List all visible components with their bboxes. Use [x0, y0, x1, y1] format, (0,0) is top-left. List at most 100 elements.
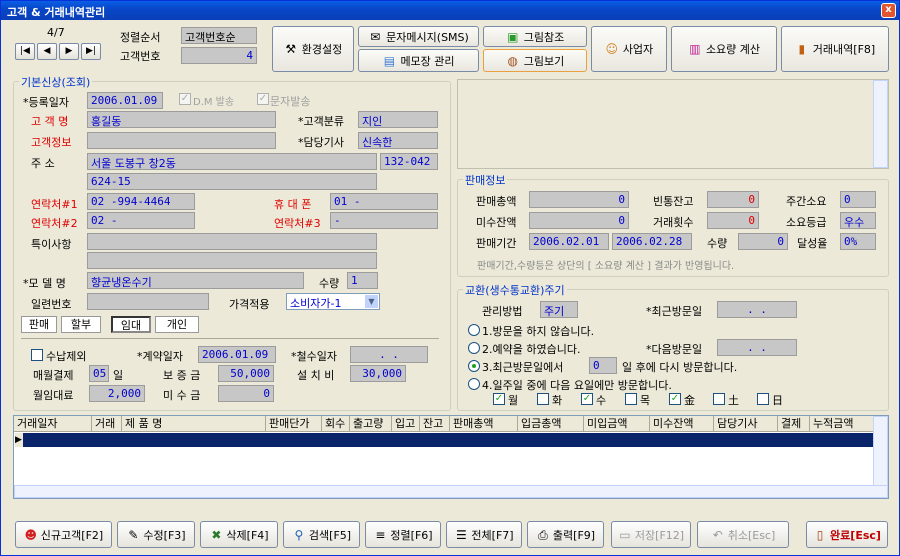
col-header-deposit-total[interactable]: 입금총액: [518, 416, 584, 432]
print-button[interactable]: ⎙ 출력[F9]: [527, 521, 604, 548]
last-record-button[interactable]: ▶|: [81, 43, 101, 60]
new-customer-button[interactable]: ☻ 신규고객[F2]: [15, 521, 112, 548]
last-visit-field[interactable]: . .: [717, 301, 797, 318]
rent-field[interactable]: 2,000: [89, 385, 145, 402]
sales-total-field[interactable]: 0: [529, 191, 629, 208]
zip-field[interactable]: 132-042: [380, 153, 438, 170]
note-field-1[interactable]: [87, 233, 377, 250]
col-header-balance[interactable]: 미수잔액: [650, 416, 714, 432]
usage-grade-field[interactable]: 우수: [840, 212, 876, 229]
tab-sale[interactable]: 판매: [21, 316, 57, 333]
next-record-button[interactable]: ▶: [59, 43, 79, 60]
delete-button[interactable]: ✖ 삭제[F4]: [200, 521, 278, 548]
unpaid-field[interactable]: 0: [218, 385, 274, 402]
mobile-field[interactable]: 01 -: [330, 193, 438, 210]
prev-record-button[interactable]: ◀: [37, 43, 57, 60]
grid-vertical-scrollbar[interactable]: [873, 416, 888, 486]
col-header-in[interactable]: 입고: [392, 416, 420, 432]
search-button[interactable]: ⚲ 검색[F5]: [283, 521, 360, 548]
period-to-field[interactable]: 2006.02.28: [612, 233, 692, 250]
no-collect-checkbox[interactable]: [31, 349, 43, 361]
cancel-button[interactable]: ↶ 취소[Esc]: [697, 521, 789, 548]
tab-installment[interactable]: 할부: [61, 316, 101, 333]
tab-personal[interactable]: 개인: [155, 316, 199, 333]
option-3-radio[interactable]: [468, 360, 480, 372]
all-button[interactable]: ☰ 전체[F7]: [446, 521, 522, 548]
tel3-field[interactable]: -: [330, 212, 438, 229]
first-record-button[interactable]: |◀: [15, 43, 35, 60]
option-4-radio[interactable]: [468, 378, 480, 390]
col-header-sales-total[interactable]: 판매총액: [450, 416, 518, 432]
price-select[interactable]: 소비자가-1 ▼: [286, 293, 380, 310]
dm-checkbox[interactable]: ✓: [179, 93, 191, 105]
day-tue-checkbox[interactable]: [537, 393, 549, 405]
address-field-1[interactable]: 서울 도봉구 창2동: [87, 153, 377, 170]
day-fri-checkbox[interactable]: ✓: [669, 393, 681, 405]
note-field-2[interactable]: [87, 252, 377, 269]
env-settings-button[interactable]: ⚒ 환경설정: [272, 26, 354, 72]
day-mon-checkbox[interactable]: ✓: [493, 393, 505, 405]
memo-scrollbar[interactable]: [873, 80, 888, 168]
weekly-usage-field[interactable]: 0: [840, 191, 876, 208]
option-1-radio[interactable]: [468, 324, 480, 336]
day-sat-checkbox[interactable]: [713, 393, 725, 405]
memo-button[interactable]: ▤ 메모장 관리: [358, 49, 479, 72]
close-button[interactable]: x: [881, 3, 896, 18]
col-header-out[interactable]: 출고량: [350, 416, 392, 432]
sort-select[interactable]: 고객번호순: [181, 27, 257, 44]
col-header-payment[interactable]: 결제: [778, 416, 810, 432]
custno-field[interactable]: 4: [181, 47, 257, 64]
trade-grid[interactable]: 거래일자 거래 제 품 명 판매단가 회수 출고량 입고 잔고 판매총액 입금총…: [13, 415, 889, 499]
col-header-cumulative[interactable]: 누적금액: [810, 416, 874, 432]
unpaid-balance-field[interactable]: 0: [529, 212, 629, 229]
tel2-field[interactable]: 02 -: [87, 212, 195, 229]
table-row[interactable]: ▶: [15, 433, 874, 447]
method-field[interactable]: 주기: [540, 301, 578, 318]
sms-button[interactable]: ✉ 문자메시지(SMS): [358, 26, 479, 47]
sort-button[interactable]: ≡ 정렬[F6]: [365, 521, 441, 548]
empty-balance-field[interactable]: 0: [707, 191, 759, 208]
name-field[interactable]: 홍길동: [87, 111, 276, 128]
consumption-calc-button[interactable]: ▥ 소요량 계산: [671, 26, 777, 72]
info-field[interactable]: [87, 132, 276, 149]
chevron-down-icon[interactable]: ▼: [365, 295, 378, 308]
monthly-day-field[interactable]: 05: [89, 365, 109, 382]
photo-view-button[interactable]: ◍ 그림보기: [483, 49, 587, 72]
trade-history-button[interactable]: ▮ 거래내역[F8]: [781, 26, 889, 72]
col-header-collect[interactable]: 회수: [322, 416, 350, 432]
done-button[interactable]: ▯ 완료[Esc]: [806, 521, 888, 548]
period-from-field[interactable]: 2006.02.01: [529, 233, 609, 250]
serial-field[interactable]: [87, 293, 209, 310]
address-field-2[interactable]: 624-15: [87, 173, 377, 190]
sales-qty-field[interactable]: 0: [738, 233, 788, 250]
col-header-driver[interactable]: 담당기사: [714, 416, 778, 432]
reg-date-field[interactable]: 2006.01.09: [87, 92, 163, 109]
day-thu-checkbox[interactable]: [625, 393, 637, 405]
grid-horizontal-scrollbar[interactable]: [14, 485, 888, 498]
model-field[interactable]: 향균냉온수기: [87, 272, 304, 289]
deposit-field[interactable]: 50,000: [218, 365, 274, 382]
option-3-days-field[interactable]: 0: [589, 357, 617, 374]
install-field[interactable]: 30,000: [350, 365, 406, 382]
tel1-field[interactable]: 02 -994-4464: [87, 193, 195, 210]
qty-field[interactable]: 1: [347, 272, 378, 289]
col-header-type[interactable]: 거래: [92, 416, 122, 432]
col-header-product[interactable]: 제 품 명: [122, 416, 266, 432]
col-header-stock[interactable]: 잔고: [420, 416, 450, 432]
tab-rental[interactable]: 임대: [111, 316, 151, 333]
business-button[interactable]: ☺ 사업자: [591, 26, 667, 72]
day-wed-checkbox[interactable]: ✓: [581, 393, 593, 405]
next-visit-field[interactable]: . .: [717, 339, 797, 356]
driver-field[interactable]: 신속한: [358, 132, 438, 149]
contract-field[interactable]: 2006.01.09: [198, 346, 276, 363]
option-2-radio[interactable]: [468, 342, 480, 354]
col-header-unit-price[interactable]: 판매단가: [266, 416, 322, 432]
col-header-date[interactable]: 거래일자: [14, 416, 92, 432]
save-button[interactable]: ▭ 저장[F12]: [611, 521, 691, 548]
edit-button[interactable]: ✎ 수정[F3]: [117, 521, 195, 548]
sms-send-checkbox[interactable]: ✓: [257, 93, 269, 105]
trade-count-field[interactable]: 0: [707, 212, 759, 229]
memo-panel[interactable]: [457, 79, 889, 169]
col-header-unpaid[interactable]: 미입금액: [584, 416, 650, 432]
photo-ref-button[interactable]: ▣ 그림참조: [483, 26, 587, 47]
